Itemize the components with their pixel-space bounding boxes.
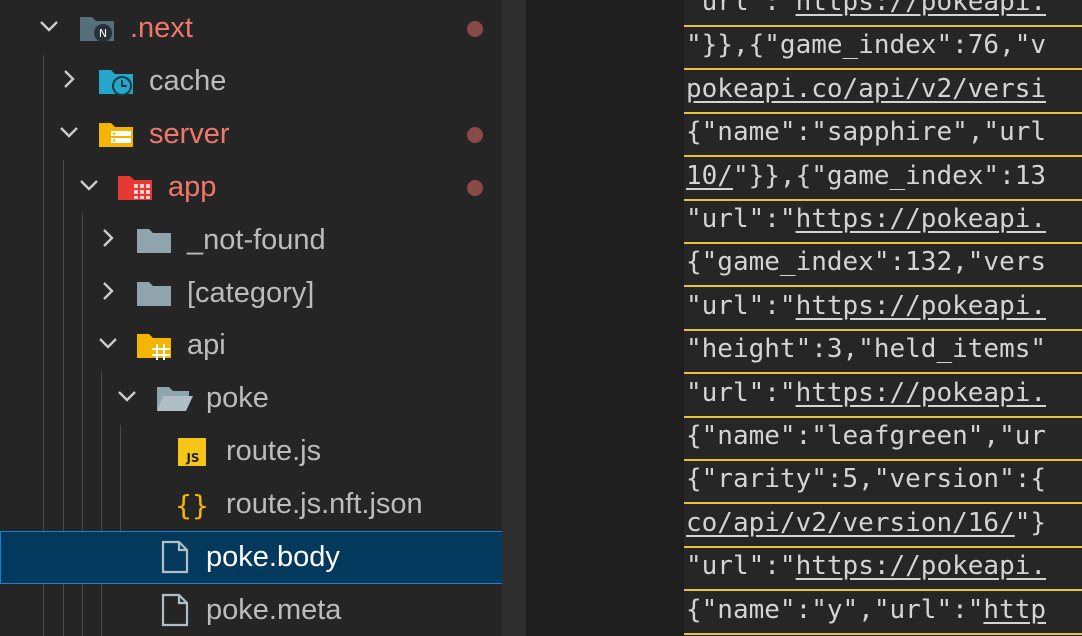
code-area[interactable]: "url":"https://pokeapi. "}},{"game_index"… <box>684 0 1082 636</box>
tree-item-label: poke <box>206 382 269 414</box>
code-text: "}},{"game_index":76,"v <box>686 30 1047 61</box>
code-url-link[interactable]: https://pokeapi. <box>796 551 1046 581</box>
git-modified-dot <box>467 180 483 196</box>
code-line[interactable]: "}},{"game_index":76,"v <box>684 25 1082 71</box>
javascript-badge: JS <box>185 451 199 465</box>
code-url-link[interactable]: https://pokeapi. <box>796 204 1046 234</box>
code-line[interactable]: "url":"https://pokeapi. <box>684 199 1082 244</box>
file-icon <box>158 540 198 574</box>
code-line[interactable]: {"game_index":132,"vers <box>684 242 1082 288</box>
chevron-down-icon[interactable] <box>38 15 60 37</box>
code-line[interactable]: {"name":"sapphire","url <box>684 112 1082 158</box>
tree-item-label: route.js <box>226 435 322 467</box>
javascript-file-icon: JS <box>176 434 216 468</box>
tree-item-label: route.js.nft.json <box>226 488 423 520</box>
code-text: {"name":"leafgreen","ur <box>686 421 1047 451</box>
editor-pane[interactable]: "url":"https://pokeapi. "}},{"game_index"… <box>526 0 1082 636</box>
folder-icon <box>135 223 175 257</box>
json-file-icon: {} <box>174 487 214 522</box>
git-modified-dot <box>467 21 483 37</box>
code-url-link[interactable]: https://pokeapi. <box>796 291 1046 321</box>
code-line[interactable]: {"name":"y","url":"http <box>684 590 1082 635</box>
nextjs-folder-icon: N <box>78 11 118 45</box>
code-text: "}},{"game_index":13 <box>732 160 1047 191</box>
chevron-down-icon[interactable] <box>116 385 138 407</box>
code-line[interactable]: pokeapi.co/api/v2/versi <box>684 69 1082 114</box>
code-line[interactable]: "url":"https://pokeapi. <box>684 286 1082 331</box>
tree-item-server-folder[interactable]: server <box>0 108 502 161</box>
code-text: {"game_index":132,"vers <box>686 247 1047 278</box>
chevron-down-icon[interactable] <box>97 332 119 354</box>
code-line[interactable]: {"rarity":5,"version":{ <box>684 459 1082 505</box>
code-url-link[interactable]: co/api/v2/version/16/ <box>686 508 1015 538</box>
code-url-link[interactable]: http <box>983 595 1046 625</box>
tree-item-label: server <box>149 118 230 150</box>
code-line[interactable]: "url":"https://pokeapi. <box>684 0 1082 27</box>
file-icon <box>158 593 198 627</box>
app-folder-icon <box>116 170 156 204</box>
chevron-down-icon[interactable] <box>58 121 80 143</box>
tree-item-next-folder[interactable]: N .next <box>0 2 502 55</box>
code-text: "url":" <box>686 0 796 17</box>
cache-folder-icon <box>97 64 137 98</box>
tree-item-poke-folder[interactable]: poke <box>0 372 502 425</box>
code-url-link[interactable]: https://pokeapi. <box>796 378 1046 408</box>
code-line[interactable]: {"name":"leafgreen","ur <box>684 416 1082 461</box>
code-text: {"name":"sapphire","url <box>686 117 1047 148</box>
tree-item-label: [category] <box>187 277 315 309</box>
code-line[interactable]: "url":"https://pokeapi. <box>684 546 1082 592</box>
tree-item-api-folder[interactable]: api <box>0 319 502 372</box>
code-text: "height":3,"held_items" <box>686 334 1047 365</box>
tree-item-app-folder[interactable]: app <box>0 161 502 214</box>
code-line[interactable]: 10/"}},{"game_index":13 <box>684 156 1082 201</box>
open-folder-icon <box>155 381 195 415</box>
api-folder-icon <box>135 328 175 362</box>
tree-item-label: .next <box>130 12 193 44</box>
code-text: "url":" <box>686 551 796 582</box>
tree-item-label: app <box>168 171 217 203</box>
chevron-down-icon[interactable] <box>78 174 100 196</box>
tree-item-label: poke.meta <box>206 594 342 626</box>
json-badge: {} <box>175 489 209 521</box>
tree-item-label: cache <box>149 65 227 97</box>
svg-text:N: N <box>99 27 107 40</box>
code-text: "url":" <box>686 204 796 234</box>
explorer-scrollbar[interactable] <box>502 0 526 636</box>
code-url-link[interactable]: 10/ <box>686 161 733 191</box>
code-line[interactable]: "height":3,"held_items" <box>684 329 1082 375</box>
code-text: {"name":"y","url":" <box>686 594 984 625</box>
tree-item-not-found-folder[interactable]: _not-found <box>0 214 502 267</box>
git-modified-dot <box>467 127 483 143</box>
file-explorer: N .next cache server app _not-found [cat… <box>0 0 502 636</box>
tree-item-label: poke.body <box>206 541 340 573</box>
code-url-link[interactable]: https://pokeapi. <box>796 0 1046 17</box>
tree-item-label: api <box>187 329 226 361</box>
tree-item-poke-meta[interactable]: poke.meta <box>0 584 502 636</box>
code-url-link[interactable]: pokeapi.co/api/v2/versi <box>686 74 1046 104</box>
code-line[interactable]: "url":"https://pokeapi. <box>684 373 1082 418</box>
tree-item-cache-folder[interactable]: cache <box>0 55 502 108</box>
tree-item-route-nft-json[interactable]: {} route.js.nft.json <box>0 478 502 531</box>
tree-item-category-folder[interactable]: [category] <box>0 267 502 320</box>
tree-item-label: _not-found <box>187 224 326 256</box>
code-text: "url":" <box>686 377 796 408</box>
code-line[interactable]: co/api/v2/version/16/"} <box>684 503 1082 548</box>
chevron-right-icon[interactable] <box>97 280 119 302</box>
chevron-right-icon[interactable] <box>58 68 80 90</box>
code-text: "url":" <box>686 290 796 321</box>
tree-item-route-js[interactable]: JS route.js <box>0 425 502 478</box>
code-text: "} <box>1014 507 1047 538</box>
folder-icon <box>135 276 175 310</box>
server-folder-icon <box>97 117 137 151</box>
code-text: {"rarity":5,"version":{ <box>686 464 1047 495</box>
tree-item-poke-body[interactable]: poke.body <box>0 531 502 584</box>
chevron-right-icon[interactable] <box>97 227 119 249</box>
